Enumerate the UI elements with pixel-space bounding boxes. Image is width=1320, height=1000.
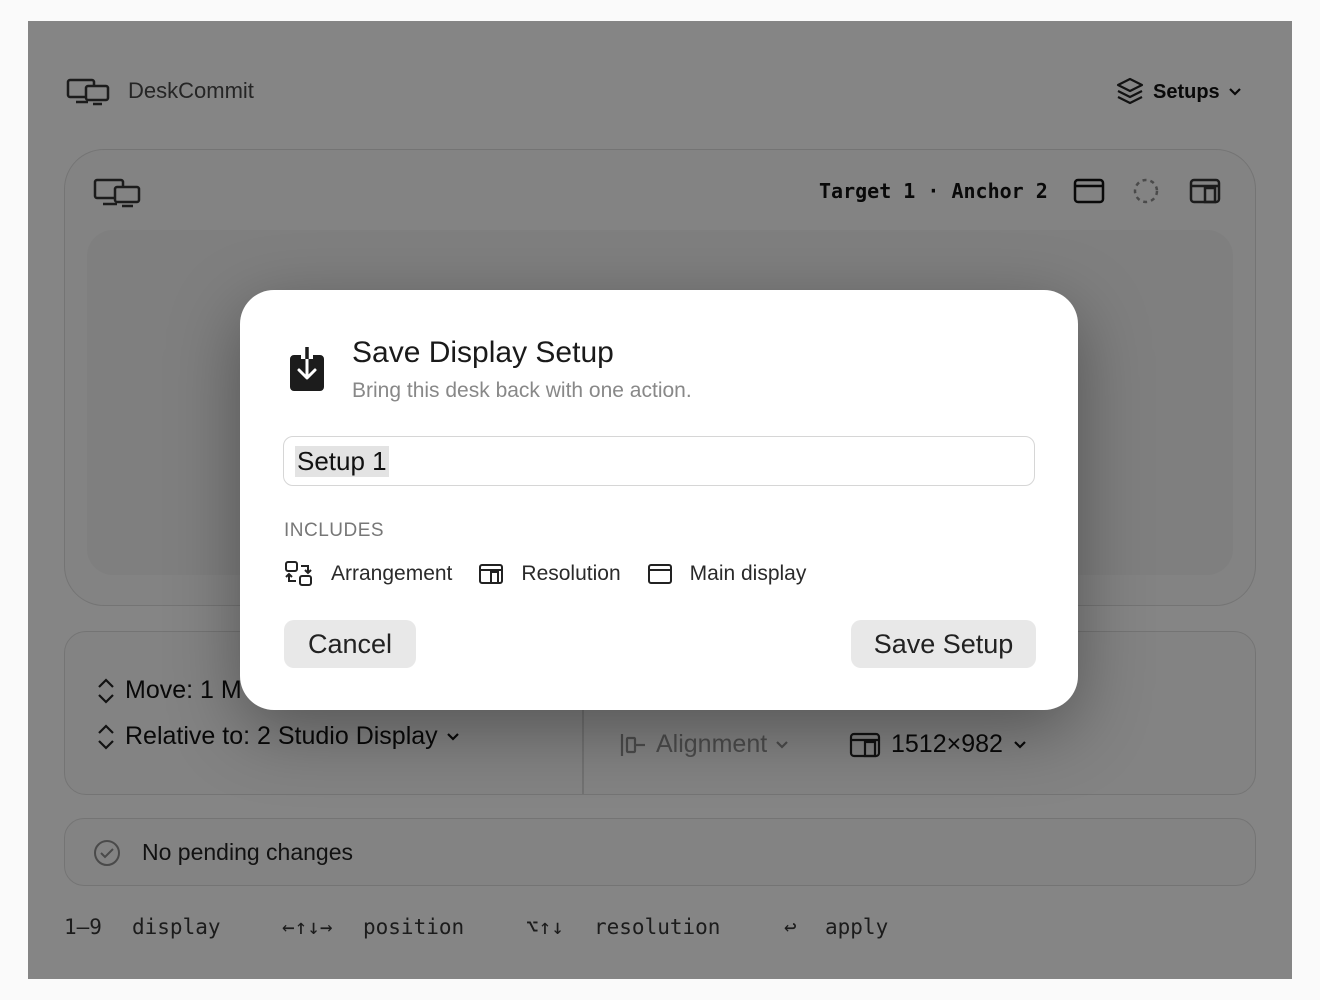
- app-window: DeskCommit Setups Target 1 · Anchor 2 Mo…: [28, 21, 1292, 979]
- include-main-display: Main display: [689, 562, 807, 585]
- save-setup-dialog: Save Display Setup Bring this desk back …: [240, 290, 1078, 710]
- include-arrangement: Arrangement: [331, 562, 453, 585]
- include-resolution: Resolution: [521, 562, 621, 585]
- save-download-icon: [290, 347, 324, 391]
- arrangement-icon: [285, 561, 312, 586]
- save-setup-button[interactable]: Save Setup: [851, 620, 1036, 668]
- dialog-title: Save Display Setup: [352, 336, 614, 369]
- main-display-icon: [647, 564, 672, 584]
- resolution-icon: [479, 564, 504, 584]
- cancel-button[interactable]: Cancel: [284, 620, 416, 668]
- includes-list: Arrangement Resolution Main display: [284, 560, 806, 588]
- setup-name-field[interactable]: Setup 1: [283, 436, 1035, 486]
- includes-heading: INCLUDES: [284, 520, 385, 541]
- dialog-subtitle: Bring this desk back with one action.: [352, 379, 692, 402]
- setup-name-value: Setup 1: [295, 446, 389, 477]
